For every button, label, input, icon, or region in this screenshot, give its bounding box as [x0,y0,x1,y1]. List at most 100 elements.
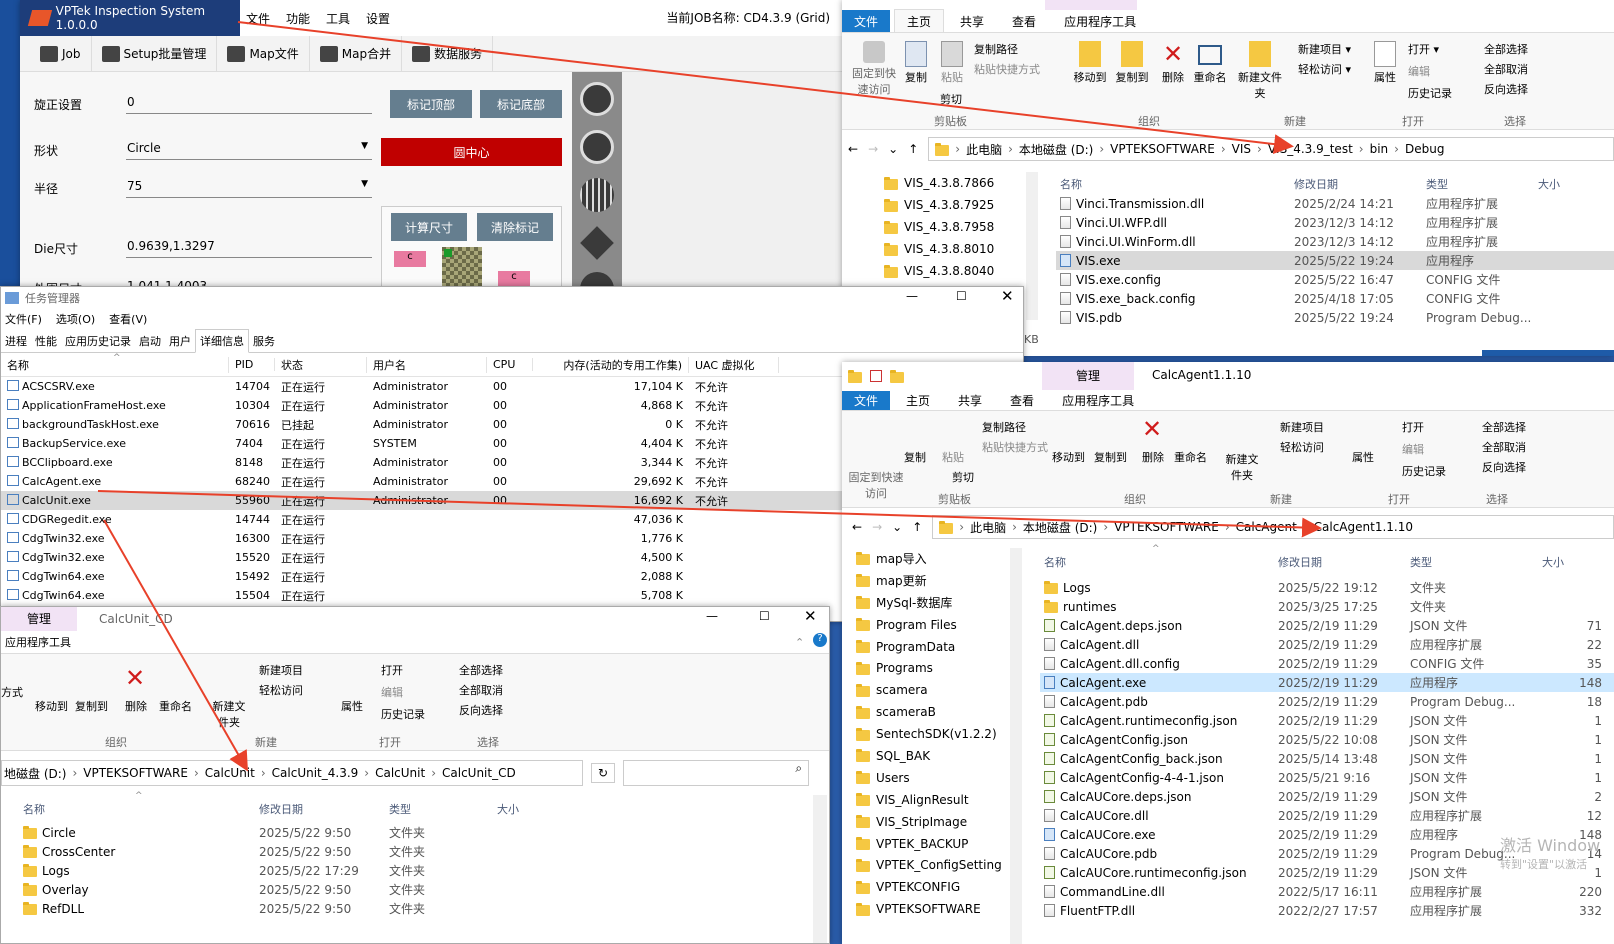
grid-icon[interactable] [580,178,614,212]
ribbon-tab[interactable]: 应用程序工具 [1052,10,1148,33]
close3-button[interactable]: ✕ [804,607,817,625]
vis-toolbar-button[interactable]: Map合并 [310,35,403,72]
form-field[interactable]: 0 [126,92,372,114]
ribbon3-delete[interactable]: 删除 [125,698,147,714]
form-field[interactable]: Circle ▼ [126,138,372,160]
file-row[interactable]: CalcAUCore.deps.json 2025/2/19 11:29 JSON … [1040,787,1614,806]
tree-item[interactable]: VIS_4.3.8.7958 [884,216,1044,238]
ribbon2-open[interactable]: 打开 [1402,419,1424,435]
vis-menu-item[interactable]: 设置 [366,10,390,27]
ribbon-tab[interactable]: 共享 [948,10,996,33]
tree-item[interactable]: VIS_4.3.8.8040 [884,260,1044,282]
vis-toolbar-button[interactable]: Map文件 [217,35,310,72]
tm-tab[interactable]: 服务 [249,330,279,352]
chevron-down-icon[interactable]: ▼ [361,179,368,189]
list3-scrollbar[interactable] [813,795,827,943]
mark-bottom-button[interactable]: 标记底部 [480,90,562,118]
file-row[interactable]: CalcAgentConfig_back.json 2025/5/14 13:48… [1040,749,1614,768]
ribbon-selectall[interactable]: 全部选择 [1484,41,1528,57]
tree-item[interactable]: VPTEKSOFTWARE [856,898,1016,920]
path-sep-icon[interactable]: › [955,142,960,156]
back2-icon[interactable]: ← [852,520,862,534]
ribbon-invert[interactable]: 反向选择 [1484,81,1528,97]
ribbon-tab[interactable]: 主页 [894,391,942,410]
tm-col-header[interactable]: UAC 虚拟化 [689,356,779,373]
ribbon-tab[interactable]: 文件 [842,9,891,33]
ribbon-easyaccess[interactable]: 轻松访问 ▾ [1298,61,1351,77]
path-sep-icon[interactable]: › [1303,520,1308,534]
ribbon3-edit[interactable]: 编辑 [381,684,403,700]
vis-menu-item[interactable]: 工具 [326,10,350,27]
tree-item[interactable]: VIS_4.3.8.7925 [884,194,1044,216]
tm-tab[interactable]: 详细信息 [195,328,249,353]
tree-item[interactable]: scameraB [856,701,1016,723]
tm-col-header[interactable]: PID [229,358,275,371]
dropdown2-icon[interactable]: ⌄ [892,520,902,534]
ribbon3-easyaccess[interactable]: 轻松访问 [259,682,303,698]
path-sep-icon[interactable]: › [1359,142,1364,156]
ribbon2-copyto[interactable]: 复制到 [1094,449,1127,465]
ribbon2-moveto[interactable]: 移动到 [1052,449,1085,465]
path-sep-icon[interactable]: › [364,766,369,780]
file-row[interactable]: runtimes 2025/3/25 17:25 文件夹 [1040,597,1614,616]
path-segment[interactable]: Debug [1405,142,1444,156]
tree-item[interactable]: VIS_AlignResult [856,789,1016,811]
ribbon-cut[interactable]: 剪切 [940,91,962,107]
ribbon-delete[interactable]: ✕ 删除 [1158,39,1188,85]
ribbon3-history[interactable]: 历史记录 [381,706,425,722]
vis-menu-item[interactable]: 文件 [246,10,270,27]
ribbon-copy-path[interactable]: 复制路径 [974,41,1018,57]
ribbon-history[interactable]: 历史记录 [1408,85,1452,101]
tree-item[interactable]: VPTEK_ConfigSetting [856,854,1016,876]
file-row[interactable]: CalcAgent.exe 2025/2/19 11:29 应用程序 148 [1040,673,1614,692]
file-row[interactable]: CommandLine.dll 2022/5/17 16:11 应用程序扩展 220 [1040,882,1614,901]
tree-item[interactable]: SentechSDK(v1.2.2) [856,723,1016,745]
ribbon2-invert[interactable]: 反向选择 [1482,459,1526,475]
ribbon2-newfolder[interactable]: 新建文件夹 [1222,451,1262,483]
ribbon2-delete-icon[interactable]: ✕ [1142,415,1162,443]
ribbon-properties[interactable]: 属性 [1370,39,1400,85]
ribbon2-newitem[interactable]: 新建项目 [1280,419,1324,435]
file-row[interactable]: Vinci.UI.WFP.dll 2023/12/3 14:12 应用程序扩展 [1056,213,1614,232]
ribbon3-selectall[interactable]: 全部选择 [459,662,503,678]
back-icon[interactable]: ← [848,142,858,156]
ribbon-tab[interactable]: 共享 [946,391,994,410]
ribbon3-open[interactable]: 打开 [381,662,403,678]
ribbon2-paste[interactable]: 粘贴 [942,449,964,465]
tm-tab[interactable]: 启动 [135,330,165,352]
circle-center-button[interactable]: 圆中心 [381,138,562,166]
file-row[interactable]: Overlay 2025/5/22 9:50 文件夹 [21,880,801,899]
path-sep-icon[interactable]: › [1394,142,1399,156]
ribbon-edit[interactable]: 编辑 [1408,63,1430,79]
chevron-down-icon[interactable]: ▼ [361,141,368,151]
file-row[interactable]: CalcAgent.dll.config 2025/2/19 11:29 CONFI… [1040,654,1614,673]
vis-toolbar-button[interactable]: Setup批量管理 [92,35,218,72]
col-name[interactable]: 名称 [1056,176,1294,192]
file-row[interactable]: FluentFTP.dll 2022/2/27 17:57 应用程序扩展 332 [1040,901,1614,920]
file-row[interactable]: CalcAgentConfig-4-4-1.json 2025/5/21 9:16… [1040,768,1614,787]
file-row[interactable]: VIS.exe_back.config 2025/4/18 17:05 CONFIG… [1056,289,1614,308]
minimize3-button[interactable]: — [706,609,718,623]
file-row[interactable]: RefDLL 2025/5/22 9:50 文件夹 [21,899,801,918]
file-row[interactable]: Vinci.Transmission.dll 2025/2/24 14:21 应用程… [1056,194,1614,213]
file-row[interactable]: VIS.exe 2025/5/22 19:24 应用程序 [1056,251,1614,270]
ribbon3-copyto[interactable]: 复制到 [75,698,108,714]
col2-size[interactable]: 大小 [1542,554,1602,570]
col3-date[interactable]: 修改日期 [259,801,389,817]
ribbon-paste-shortcut[interactable]: 粘贴快捷方式 [974,61,1040,77]
tools-icon[interactable] [580,226,614,260]
vis-toolbar-button[interactable]: 数据服务 [402,35,494,72]
ribbon-copyto[interactable]: 复制到 [1112,39,1152,85]
tm-tab[interactable]: 应用历史记录 [61,330,135,352]
file-row[interactable]: CalcAUCore.dll 2025/2/19 11:29 应用程序扩展 12 [1040,806,1614,825]
ribbon-paste[interactable]: 粘贴 [936,39,968,85]
maximize3-button[interactable]: ☐ [759,609,770,623]
col-type[interactable]: 类型 [1426,176,1538,192]
col-date[interactable]: 修改日期 [1294,176,1426,192]
tree-item[interactable]: SQL_BAK [856,745,1016,767]
path-segment[interactable]: CalcUnit [375,766,425,780]
tree-item[interactable]: ProgramData [856,636,1016,658]
tree-item[interactable]: Users [856,767,1016,789]
tree-item[interactable]: scamera [856,679,1016,701]
ribbon-tab[interactable]: 主页 [894,9,945,33]
